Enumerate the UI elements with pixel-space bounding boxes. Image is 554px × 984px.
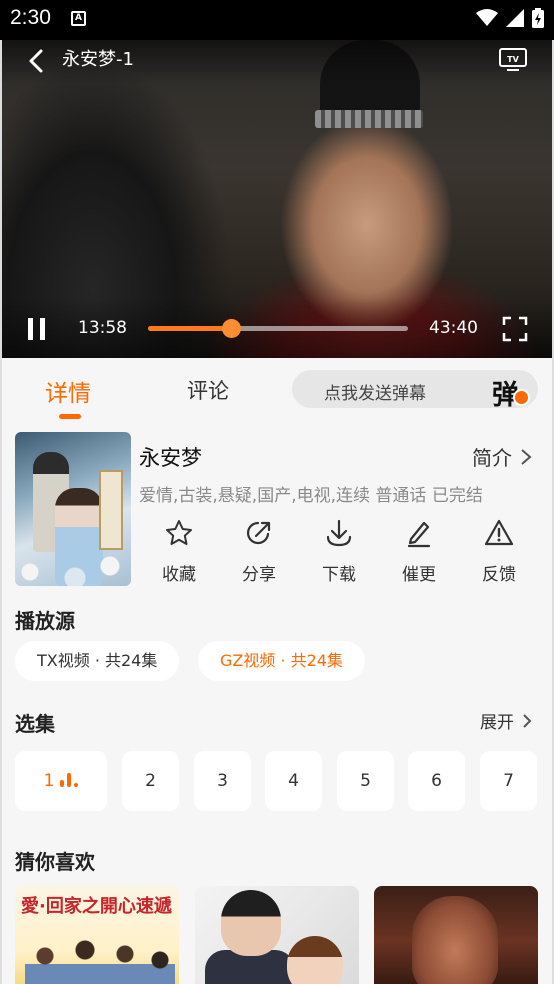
seek-bar[interactable] <box>148 319 408 338</box>
episode-button[interactable]: 6 <box>408 751 465 811</box>
favorite-label: 收藏 <box>162 565 196 585</box>
episode-button[interactable]: 3 <box>194 751 251 811</box>
pause-icon[interactable] <box>26 317 50 341</box>
recommendation-poster-art <box>287 936 343 984</box>
intro-label: 简介 <box>472 446 512 470</box>
status-time: 2:30 <box>10 6 51 29</box>
recommendation-card[interactable] <box>374 886 538 984</box>
tv-cast-icon[interactable]: TV <box>498 46 528 72</box>
recommendation-poster-text: 愛·回家之開心速遞 <box>21 896 172 917</box>
show-tags: 爱情,古装,悬疑,国产,电视,连续 普通话 已完结 <box>139 486 483 506</box>
expand-label: 展开 <box>480 713 514 733</box>
back-icon[interactable] <box>24 48 50 74</box>
chevron-right-icon <box>521 448 532 465</box>
video-frame-hat-band <box>315 110 423 128</box>
urge-update-label: 催更 <box>402 565 436 585</box>
download-button[interactable]: 下载 <box>309 518 369 585</box>
feedback-label: 反馈 <box>482 565 516 585</box>
expand-episodes-button[interactable]: 展开 <box>480 708 532 733</box>
urge-update-button[interactable]: 催更 <box>389 518 449 585</box>
episode-button[interactable]: 7 <box>480 751 537 811</box>
source-chip-tx[interactable]: TX视频 · 共24集 <box>15 641 180 681</box>
recommendation-poster-art <box>221 890 281 956</box>
app-notification-icon: A <box>71 11 86 26</box>
favorite-button[interactable]: 收藏 <box>149 518 209 585</box>
danmaku-input[interactable]: 点我发送弹幕 弹 <box>292 370 538 411</box>
recommendation-card[interactable] <box>195 886 359 984</box>
check-icon <box>513 389 530 406</box>
danmaku-toggle[interactable]: 弹 <box>492 372 530 411</box>
episode-button-current[interactable]: 1 <box>15 751 107 811</box>
video-player[interactable]: 永安梦-1 TV 13:58 43:40 <box>2 40 552 358</box>
status-bar: 2:30 A <box>0 0 554 40</box>
signal-icon <box>506 9 524 27</box>
recommendation-poster-art <box>412 896 498 984</box>
download-icon <box>326 519 352 547</box>
warning-icon <box>484 519 514 546</box>
active-tab-indicator <box>59 414 81 419</box>
show-title: 永安梦 <box>139 446 202 470</box>
recommendations-title: 猜你喜欢 <box>15 850 95 874</box>
chevron-right-icon <box>523 713 532 728</box>
video-title: 永安梦-1 <box>62 49 134 70</box>
detail-panel: 详情 评论 点我发送弹幕 弹 永安梦 简介 爱情,古装,悬疑,国产,电视,连续 … <box>2 358 552 984</box>
episode-button[interactable]: 4 <box>265 751 322 811</box>
wifi-icon <box>476 9 498 26</box>
recommendation-card[interactable]: 愛·回家之開心速遞 <box>15 886 179 984</box>
battery-icon <box>532 8 544 28</box>
poster-flowers <box>15 552 131 586</box>
recommendation-poster-art <box>25 940 175 984</box>
total-time: 43:40 <box>429 318 478 338</box>
poster-title-scroll <box>99 470 123 550</box>
action-bar: 收藏 分享 下载 催更 反馈 <box>139 518 539 588</box>
tab-comments[interactable]: 评论 <box>187 375 229 405</box>
now-playing-icon <box>60 773 79 787</box>
download-label: 下载 <box>322 565 356 585</box>
seek-bar-progress <box>148 326 232 331</box>
show-poster[interactable] <box>15 432 131 586</box>
status-icons <box>476 8 544 28</box>
share-icon <box>246 521 271 545</box>
star-icon <box>166 520 192 545</box>
episode-number: 1 <box>43 771 55 791</box>
episode-button[interactable]: 2 <box>122 751 179 811</box>
intro-link[interactable]: 简介 <box>472 442 532 471</box>
fullscreen-icon[interactable] <box>502 316 528 342</box>
feedback-button[interactable]: 反馈 <box>469 518 529 585</box>
svg-text:TV: TV <box>507 55 519 64</box>
sources-title: 播放源 <box>15 609 75 633</box>
current-time: 13:58 <box>78 318 127 338</box>
tab-details[interactable]: 详情 <box>45 374 91 408</box>
share-button[interactable]: 分享 <box>229 518 289 585</box>
episode-button[interactable]: 5 <box>337 751 394 811</box>
source-chip-gz[interactable]: GZ视频 · 共24集 <box>198 641 365 681</box>
share-label: 分享 <box>242 565 276 585</box>
pencil-icon <box>407 521 431 548</box>
danmaku-placeholder: 点我发送弹幕 <box>324 384 426 404</box>
episodes-title: 选集 <box>15 712 55 736</box>
tab-bar: 详情 评论 点我发送弹幕 弹 <box>2 358 552 422</box>
